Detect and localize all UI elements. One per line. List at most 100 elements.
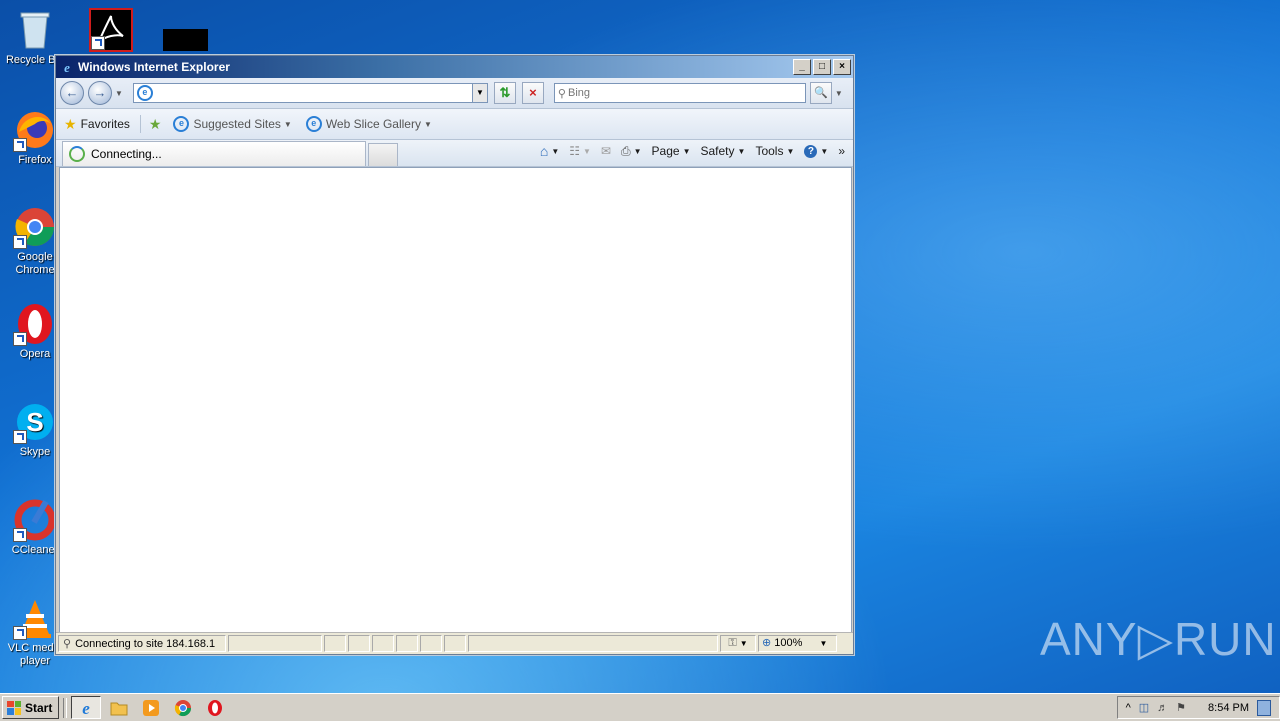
address-input[interactable] — [156, 85, 472, 101]
maximize-button[interactable]: □ — [813, 59, 831, 75]
desktop-icon-acrobat[interactable] — [76, 8, 146, 52]
search-options-icon[interactable]: ▼ — [835, 89, 843, 98]
title-bar[interactable]: e Windows Internet Explorer _ □ × — [56, 56, 853, 78]
action-center-flag-icon[interactable]: ⚑ — [1176, 701, 1186, 714]
page-menu[interactable]: Page ▼ — [652, 144, 691, 158]
search-box[interactable]: ⚲ — [553, 83, 806, 103]
clock[interactable]: 8:54 PM — [1208, 702, 1249, 714]
taskbar-explorer-button[interactable] — [105, 697, 133, 718]
safety-menu[interactable]: Safety ▼ — [701, 144, 746, 158]
chrome-icon — [13, 205, 57, 249]
show-desktop-button[interactable] — [1257, 699, 1271, 716]
ccleaner-icon — [13, 498, 57, 542]
page-content[interactable] — [59, 167, 852, 633]
shortcut-arrow-icon — [13, 430, 27, 444]
address-bar[interactable]: e ▼ — [132, 83, 488, 103]
home-button[interactable]: ⌂ ▼ — [540, 143, 559, 159]
web-slice-gallery-link[interactable]: e Web Slice Gallery ▼ — [305, 116, 432, 132]
stop-button[interactable]: × — [521, 82, 544, 104]
more-commands-button[interactable]: » — [838, 144, 845, 158]
zoom-icon: ⊕ — [762, 637, 772, 649]
status-pane — [372, 635, 394, 652]
start-label: Start — [25, 700, 53, 715]
chevron-down-icon: ▼ — [820, 146, 829, 156]
protected-mode-button[interactable]: ⚿ ▼ — [720, 635, 756, 652]
folder-icon — [110, 702, 128, 715]
command-bar: ⌂ ▼ ☷ ▼ ✉ ⎙ ▼ Page ▼ Safety ▼ Tools ▼ ? ▼ » — [530, 143, 845, 159]
opera-icon — [208, 699, 223, 716]
home-icon: ⌂ — [539, 143, 549, 159]
taskbar: Start e ^ ◫ ♬ ⚑ 8:54 PM — [0, 693, 1280, 721]
shortcut-arrow-icon — [13, 332, 27, 346]
status-text: Connecting to site 184.168.1 — [75, 637, 216, 650]
system-tray: ^ ◫ ♬ ⚑ 8:54 PM — [1116, 696, 1280, 719]
toolbar-divider — [139, 115, 141, 133]
safety-menu-label: Safety — [700, 144, 735, 158]
windows-logo-icon — [7, 700, 21, 715]
suggested-sites-label: Suggested Sites — [193, 117, 281, 131]
help-button[interactable]: ? ▼ — [804, 144, 829, 158]
search-button[interactable]: 🔍 — [809, 82, 832, 104]
search-provider-icon: ⚲ — [557, 87, 566, 100]
opera-icon — [13, 302, 57, 346]
tab-label: Connecting... — [91, 147, 162, 161]
status-pane — [324, 635, 346, 652]
desktop-icon-black-file[interactable] — [163, 29, 208, 51]
chevron-down-icon: ▼ — [551, 146, 560, 156]
chevron-down-icon: ▼ — [739, 639, 748, 648]
close-button[interactable]: × — [833, 59, 851, 75]
address-dropdown-icon[interactable]: ▼ — [471, 84, 487, 102]
print-button[interactable]: ⎙ ▼ — [621, 144, 642, 159]
loading-spinner-icon — [69, 146, 85, 162]
address-toolbar: ← → ▼ e ▼ ⇅ × ⚲ 🔍 ▼ — [56, 78, 853, 109]
shortcut-arrow-icon — [13, 235, 27, 249]
ie-window[interactable]: e Windows Internet Explorer _ □ × ← → ▼ … — [55, 55, 854, 655]
firefox-icon — [13, 108, 57, 152]
zoom-button[interactable]: ⊕ 100% ▼ — [758, 635, 837, 652]
suggested-sites-icon: e — [173, 116, 190, 132]
status-bar: ⚲ Connecting to site 184.168.1 ⚿ ▼ ⊕ 100%… — [56, 632, 853, 654]
read-mail-button[interactable]: ✉ — [601, 144, 611, 158]
favorites-label: Favorites — [80, 117, 130, 131]
volume-icon[interactable]: ♬ — [1157, 702, 1168, 714]
forward-button[interactable]: → — [88, 81, 112, 105]
taskbar-ie-button[interactable]: e — [71, 696, 102, 719]
shortcut-arrow-icon — [13, 528, 27, 542]
chevron-down-icon: ▼ — [583, 146, 591, 156]
page-menu-label: Page — [651, 144, 680, 158]
new-tab-button[interactable] — [368, 143, 398, 166]
chevron-down-icon: ▼ — [786, 146, 795, 156]
chevron-down-icon: ▼ — [283, 119, 292, 129]
chevron-down-icon: ▼ — [682, 146, 691, 156]
taskbar-divider — [63, 697, 68, 718]
status-search-icon: ⚲ — [63, 638, 72, 650]
media-player-icon — [143, 699, 160, 716]
search-input[interactable] — [565, 85, 805, 101]
back-button[interactable]: ← — [60, 81, 84, 105]
help-icon: ? — [804, 144, 818, 158]
start-button[interactable]: Start — [2, 696, 60, 719]
status-message: ⚲ Connecting to site 184.168.1 — [58, 635, 226, 652]
vlc-icon — [13, 596, 57, 640]
shortcut-arrow-icon — [13, 626, 27, 640]
taskbar-media-player-button[interactable] — [137, 697, 165, 718]
tab-connecting[interactable]: Connecting... — [62, 141, 366, 166]
svg-text:e: e — [64, 60, 70, 74]
history-dropdown-icon[interactable]: ▼ — [115, 89, 123, 98]
network-icon[interactable]: ◫ — [1139, 701, 1149, 714]
mail-icon: ✉ — [600, 144, 612, 158]
add-to-favorites-bar-button[interactable]: ★ — [149, 116, 166, 133]
feeds-button[interactable]: ☷ ▼ — [569, 144, 591, 158]
show-hidden-icons-button[interactable]: ^ — [1126, 702, 1131, 714]
suggested-sites-link[interactable]: e Suggested Sites ▼ — [173, 116, 292, 132]
status-pane — [444, 635, 466, 652]
favorites-button[interactable]: ★ Favorites — [64, 116, 130, 133]
tools-menu[interactable]: Tools ▼ — [755, 144, 794, 158]
taskbar-opera-button[interactable] — [201, 697, 229, 718]
favorites-star-icon: ★ — [64, 115, 77, 132]
status-pane — [468, 635, 718, 652]
status-progress — [228, 635, 322, 652]
taskbar-chrome-button[interactable] — [169, 697, 197, 718]
minimize-button[interactable]: _ — [793, 59, 811, 75]
refresh-button[interactable]: ⇅ — [493, 82, 516, 104]
